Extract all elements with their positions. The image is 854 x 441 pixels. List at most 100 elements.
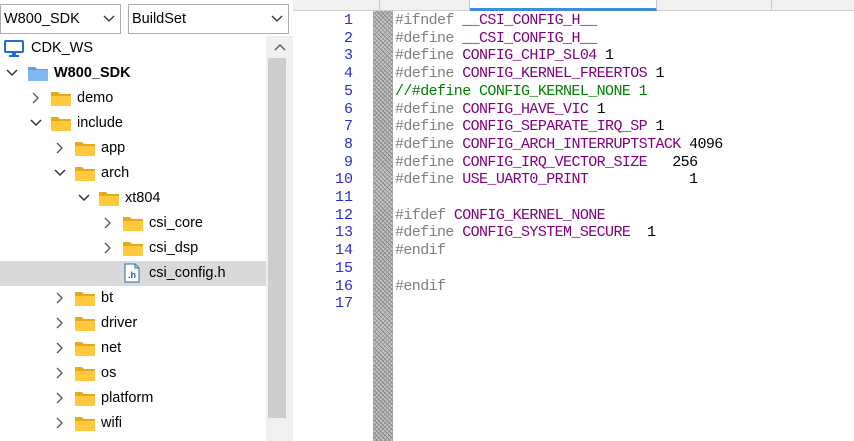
code-line[interactable]: //#define CONFIG_KERNEL_NONE 1: [395, 82, 648, 101]
tree-item-driver[interactable]: driver: [0, 311, 266, 336]
chevron-right-icon[interactable]: [102, 217, 114, 229]
tree-item-label: app: [101, 140, 126, 156]
tree-item-csi-dsp[interactable]: csi_dsp: [0, 236, 266, 261]
line-number: 1: [343, 12, 353, 29]
code-line[interactable]: #define USE_UART0_PRINT 1: [395, 171, 698, 189]
code-line[interactable]: #define CONFIG_KERNEL_FREERTOS 1: [395, 65, 664, 83]
tree-item-label: bt: [101, 290, 114, 306]
tree-item-label: csi_config.h: [149, 265, 226, 281]
code-line[interactable]: #endif: [395, 242, 446, 260]
code-value: 1: [647, 65, 664, 83]
line-number: 8: [343, 135, 353, 153]
tree-item-csi-core[interactable]: csi_core: [0, 211, 266, 236]
tree-item-app[interactable]: app: [0, 136, 266, 161]
code-line[interactable]: #ifndef __CSI_CONFIG_H__: [395, 12, 597, 30]
line-number: 6: [343, 100, 353, 118]
code-value: 256: [647, 153, 698, 171]
chevron-down-icon[interactable]: [54, 167, 66, 179]
folder-icon: [75, 342, 95, 356]
chevron-right-icon[interactable]: [54, 367, 66, 379]
code-line[interactable]: #ifdef CONFIG_KERNEL_NONE: [395, 206, 606, 225]
tree-item-bt[interactable]: bt: [0, 286, 266, 311]
folder-blue-icon: [28, 67, 48, 81]
line-number: 14: [334, 242, 353, 260]
code-comment: //#define CONFIG_KERNEL_NONE 1: [395, 82, 648, 100]
tree-item-label: CDK_WS: [31, 40, 94, 56]
code-editor[interactable]: 1 #ifndef __CSI_CONFIG_H__ 2 #define __CSI_…: [293, 0, 854, 441]
chevron-right-icon[interactable]: [54, 317, 66, 329]
editor-tab-active[interactable]: [470, 0, 657, 11]
tree-item-label: wifi: [101, 415, 122, 431]
chevron-right-icon[interactable]: [54, 417, 66, 429]
editor-tab-strip: [293, 0, 854, 11]
folder-icon: [123, 217, 143, 231]
chevron-down-icon[interactable]: [78, 192, 90, 204]
folder-icon: [75, 317, 95, 331]
code-line[interactable]: #define CONFIG_CHIP_SL04 1: [395, 47, 614, 65]
tree-item-workspace[interactable]: CDK_WS: [0, 36, 266, 61]
folder-icon: [75, 292, 95, 306]
code-directive: #define: [395, 118, 463, 136]
line-number: 2: [343, 29, 353, 47]
code-line[interactable]: #define CONFIG_HAVE_VIC 1: [395, 100, 606, 119]
line-number: 9: [343, 153, 353, 171]
code-value: 4096: [680, 135, 723, 153]
line-number: 7: [343, 118, 353, 136]
folder-icon: [75, 167, 95, 181]
chevron-right-icon[interactable]: [54, 392, 66, 404]
tree-item-csi-config-h[interactable]: .h csi_config.h: [0, 261, 266, 286]
chevron-right-icon[interactable]: [54, 292, 66, 304]
chevron-right-icon[interactable]: [54, 342, 66, 354]
tree-item-label: xt804: [125, 190, 161, 206]
code-line[interactable]: #define CONFIG_ARCH_INTERRUPTSTACK 4096: [395, 136, 723, 154]
chevron-up-icon[interactable]: [274, 42, 286, 52]
tree-item-project[interactable]: W800_SDK: [0, 61, 266, 86]
svg-text:.h: .h: [128, 270, 136, 280]
code-line[interactable]: #define CONFIG_SYSTEM_SECURE 1: [395, 224, 656, 242]
tree-item-platform[interactable]: platform: [0, 386, 266, 411]
tree-item-label: W800_SDK: [54, 65, 131, 81]
code-directive: #define: [395, 100, 463, 118]
tree-item-net[interactable]: net: [0, 336, 266, 361]
code-value: 1: [596, 47, 614, 65]
code-macro-name: CONFIG_SYSTEM_SECURE: [462, 224, 631, 242]
tree-scrollbar[interactable]: [266, 36, 293, 441]
code-macro-name: CONFIG_CHIP_SL04: [462, 47, 597, 65]
tree-item-os[interactable]: os: [0, 361, 266, 386]
tree-item-xt804[interactable]: xt804: [0, 186, 266, 211]
scrollbar-thumb[interactable]: [268, 58, 286, 418]
chevron-right-icon[interactable]: [54, 142, 66, 154]
code-line[interactable]: #endif: [395, 277, 446, 296]
line-number: 11: [334, 189, 353, 206]
code-line[interactable]: #define __CSI_CONFIG_H__: [395, 30, 597, 48]
code-directive: #define: [395, 153, 463, 171]
tree-item-label: demo: [77, 90, 114, 106]
tree-item-demo[interactable]: demo: [0, 86, 266, 111]
code-directive: #define: [395, 65, 463, 83]
chevron-down-icon[interactable]: [30, 117, 42, 129]
tree-item-wifi[interactable]: wifi: [0, 411, 266, 436]
tree-item-arch[interactable]: arch: [0, 161, 266, 186]
code-directive: #endif: [395, 277, 446, 295]
tree-item-partial: [0, 436, 266, 441]
folder-icon: [51, 117, 71, 131]
folder-icon: [51, 92, 71, 106]
chevron-right-icon[interactable]: [30, 92, 42, 104]
tree-item-label: arch: [101, 165, 130, 181]
project-dropdown[interactable]: W800_SDK: [0, 4, 121, 34]
editor-tab[interactable]: [380, 0, 470, 10]
project-dropdown-value: W800_SDK: [4, 11, 80, 27]
editor-tab[interactable]: [657, 0, 772, 10]
code-directive: #define: [395, 47, 463, 65]
chevron-right-icon[interactable]: [102, 242, 114, 254]
line-number: 15: [334, 259, 353, 277]
code-directive: #ifndef: [395, 12, 463, 29]
tree-item-include[interactable]: include: [0, 111, 266, 136]
code-line[interactable]: #define CONFIG_SEPARATE_IRQ_SP 1: [395, 118, 664, 136]
build-config-dropdown[interactable]: BuildSet: [128, 4, 289, 34]
code-directive: #define: [395, 224, 463, 242]
code-macro-name: CONFIG_KERNEL_NONE: [453, 206, 606, 224]
editor-tab[interactable]: [293, 0, 380, 10]
chevron-down-icon[interactable]: [6, 67, 18, 79]
code-line[interactable]: #define CONFIG_IRQ_VECTOR_SIZE 256: [395, 153, 698, 172]
